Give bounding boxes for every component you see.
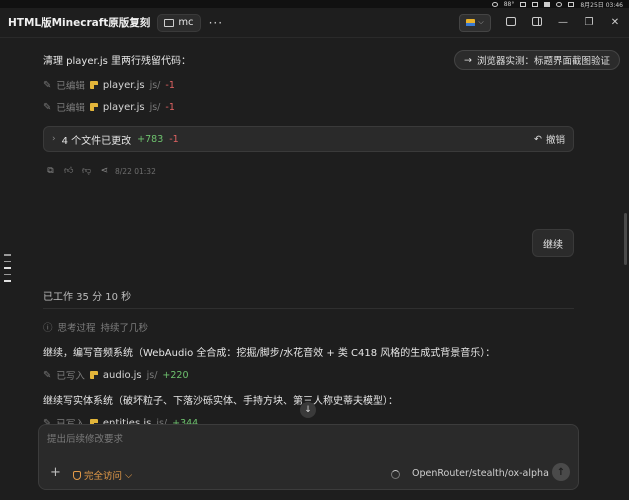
terminal-icon bbox=[506, 16, 516, 26]
model-selector[interactable]: OpenRouter/stealth/ox-alpha ⌵ bbox=[412, 468, 560, 479]
terminal-button[interactable] bbox=[505, 16, 517, 29]
composer: + 完全访问 ⌵ OpenRouter/stealth/ox-alpha ⌵ ↑ bbox=[38, 424, 579, 490]
chevron-down-icon: ⌵ bbox=[478, 18, 484, 26]
temperature: 88° bbox=[503, 0, 515, 8]
arrow-up-icon: ↑ bbox=[556, 466, 566, 478]
access-mode-selector[interactable]: 完全访问 ⌵ bbox=[73, 468, 132, 482]
titlebar-actions: ⌵ — ❐ ✕ bbox=[459, 13, 621, 32]
arrow-down-icon: ↓ bbox=[304, 405, 312, 415]
file-explorer-icon bbox=[466, 19, 476, 26]
add-attachment-button[interactable]: + bbox=[50, 465, 61, 480]
more-options-button[interactable]: ··· bbox=[209, 16, 223, 30]
audio-intro: 继续，编写音频系统（WebAudio 全合成：挖掘/脚步/水花音效 + 类 C4… bbox=[43, 348, 496, 359]
undo-button[interactable]: ↶ 撤销 bbox=[534, 132, 565, 147]
conversation-area[interactable]: 清理 player.js 里两行残留代码： → 浏览器实测：标题界面截图验证 ✎… bbox=[0, 38, 629, 500]
loading-spinner-icon bbox=[391, 470, 400, 479]
prompt-input[interactable] bbox=[47, 431, 567, 447]
project-name: mc bbox=[178, 17, 194, 28]
entities-intro: 继续写实体系统（破坏粒子、下落沙砾实体、手持方块、第三人称史蒂夫模型）： bbox=[43, 396, 398, 407]
arrow-right-icon: → bbox=[464, 54, 472, 66]
share-icon[interactable]: ⋖ bbox=[100, 167, 109, 176]
chevron-down-icon: ⌵ bbox=[125, 469, 133, 481]
minimize-button[interactable]: — bbox=[557, 17, 569, 28]
divider bbox=[43, 308, 574, 309]
folder-icon bbox=[164, 18, 175, 27]
pencil-icon: ✎ bbox=[43, 101, 52, 113]
edit-row-1[interactable]: ✎ 已编辑 player.js js/ -1 bbox=[43, 78, 175, 93]
volume-icon bbox=[532, 1, 539, 7]
wifi-icon bbox=[520, 1, 527, 7]
bluetooth-icon bbox=[556, 1, 563, 7]
copy-icon[interactable]: ⧉ bbox=[46, 167, 55, 176]
side-panel-button[interactable] bbox=[531, 16, 543, 29]
chevron-right-icon: › bbox=[52, 134, 56, 144]
battery-icon bbox=[544, 1, 551, 7]
thinking-icon: ⓘ bbox=[43, 323, 53, 334]
user-message: 继续 bbox=[532, 229, 574, 257]
shield-icon bbox=[73, 470, 81, 480]
side-panel-icon bbox=[532, 16, 542, 26]
window-title: HTML版Minecraft原版复刻 bbox=[8, 17, 151, 29]
project-chip[interactable]: mc bbox=[157, 13, 201, 32]
open-in-app-button[interactable]: ⌵ bbox=[459, 13, 491, 32]
close-button[interactable]: ✕ bbox=[609, 17, 621, 28]
pencil-icon: ✎ bbox=[43, 369, 52, 381]
js-file-icon bbox=[89, 81, 98, 89]
cloud-icon bbox=[491, 1, 498, 7]
audio-edit-row[interactable]: ✎ 已写入 audio.js js/ +220 bbox=[43, 368, 189, 383]
scroll-to-bottom-button[interactable]: ↓ bbox=[300, 402, 316, 418]
message-timestamp: 8/22 01:32 bbox=[115, 167, 156, 176]
js-file-icon bbox=[89, 371, 98, 379]
title-bar: HTML版Minecraft原版复刻 mc ··· ⌵ — ❐ ✕ bbox=[0, 8, 629, 38]
maximize-button[interactable]: ❐ bbox=[583, 17, 595, 28]
thumbs-down-icon[interactable]: 👎︎ bbox=[82, 167, 91, 176]
os-status-bar: 88° 8月25日 03:46 bbox=[0, 0, 629, 9]
message-intro: 清理 player.js 里两行残留代码： bbox=[43, 56, 192, 67]
work-duration: 已工作 35 分 10 秒 bbox=[43, 292, 132, 303]
pencil-icon: ✎ bbox=[43, 79, 52, 91]
edit-row-2[interactable]: ✎ 已编辑 player.js js/ -1 bbox=[43, 100, 175, 115]
scrollbar-thumb[interactable] bbox=[624, 213, 627, 265]
thumbs-up-icon[interactable]: 👍︎ bbox=[64, 167, 73, 176]
js-file-icon bbox=[89, 103, 98, 111]
outline-navigator[interactable] bbox=[4, 254, 11, 282]
undo-icon: ↶ bbox=[534, 133, 542, 145]
keyboard-icon bbox=[568, 1, 575, 7]
send-button[interactable]: ↑ bbox=[552, 463, 570, 481]
browser-test-button[interactable]: → 浏览器实测：标题界面截图验证 bbox=[454, 50, 620, 70]
message-actions: ⧉ 👍︎ 👎︎ ⋖ 8/22 01:32 bbox=[46, 167, 156, 177]
files-changed-summary[interactable]: › 4 个文件已更改 +783 -1 ↶ 撤销 bbox=[43, 126, 574, 152]
thinking-toggle[interactable]: ⓘ 思考过程 持续了几秒 bbox=[43, 320, 148, 334]
